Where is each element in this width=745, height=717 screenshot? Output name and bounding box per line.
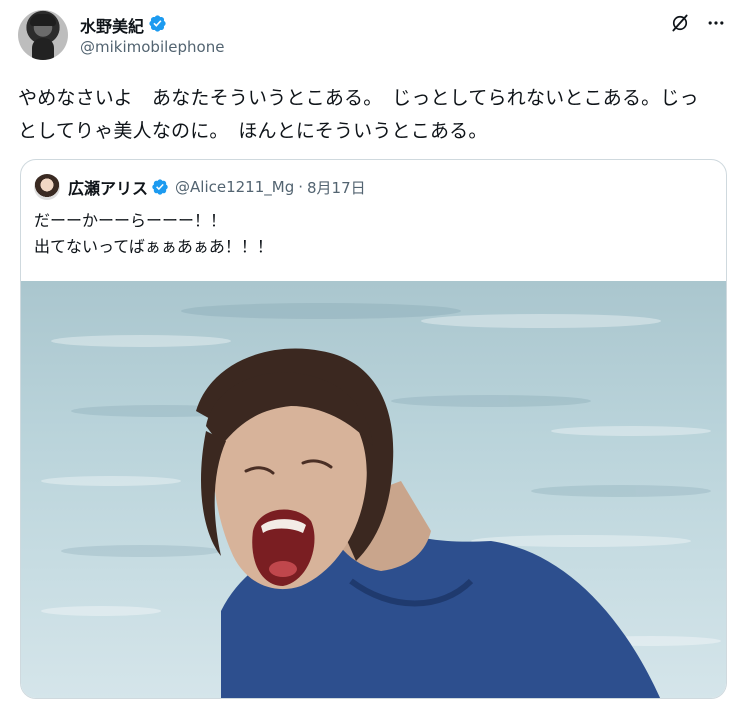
quoted-author-handle: @Alice1211_Mg xyxy=(175,178,295,196)
avatar-hat xyxy=(30,14,56,26)
quoted-post-text: だーーかーーらーーー！！ 出てないってばぁぁあぁあ！！！ xyxy=(34,211,273,256)
author-display-name[interactable]: 水野美紀 xyxy=(80,13,144,37)
author-handle[interactable]: @mikimobilephone xyxy=(80,38,224,56)
photo-illustration xyxy=(41,303,721,698)
verified-badge-icon xyxy=(149,15,166,32)
quoted-post-date: 8月17日 xyxy=(307,178,366,197)
quoted-post-photo[interactable] xyxy=(21,281,726,698)
post-text: やめなさいよ あなたそういうとこある。 じっとしてられないとこある。じっとしてり… xyxy=(18,87,699,142)
grok-icon xyxy=(672,14,688,32)
more-options-icon xyxy=(708,21,724,25)
author-avatar[interactable] xyxy=(18,10,68,60)
quoted-post-card[interactable]: 広瀬アリス @Alice1211_Mg · 8月17日 だーーかーーらーーー！！… xyxy=(20,159,727,699)
header-actions xyxy=(669,12,727,34)
quoted-post-header: 広瀬アリス @Alice1211_Mg · 8月17日 xyxy=(34,174,366,200)
post-header: 水野美紀 @mikimobilephone xyxy=(18,10,727,62)
quoted-author-avatar xyxy=(34,174,60,200)
more-options-button[interactable] xyxy=(705,12,727,34)
meta-separator: · xyxy=(298,178,304,196)
quoted-author-display-name: 広瀬アリス xyxy=(68,179,149,198)
verified-badge-icon xyxy=(152,179,168,195)
grok-button[interactable] xyxy=(669,12,691,34)
avatar-figure xyxy=(32,38,54,60)
